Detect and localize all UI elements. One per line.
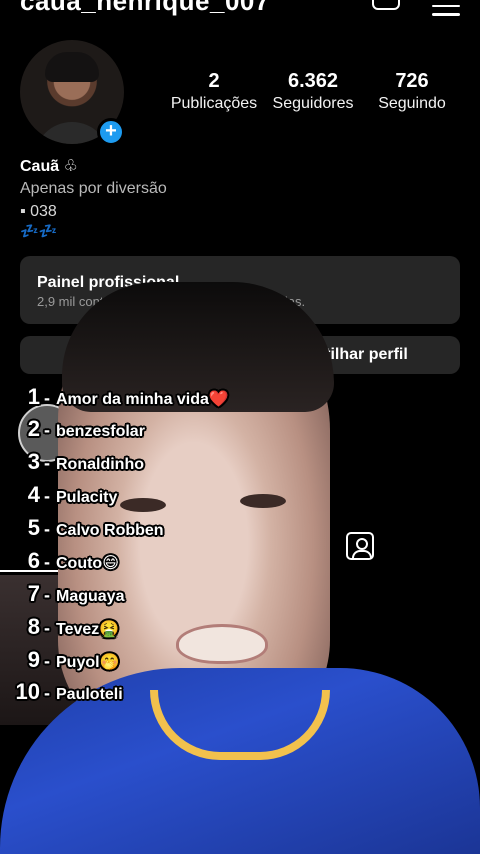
stat-followers-label: Seguidores bbox=[272, 95, 354, 112]
stat-posts-value: 2 bbox=[208, 70, 220, 92]
stat-posts[interactable]: 2 Publicações bbox=[170, 70, 258, 113]
ranking-number: 2 bbox=[27, 416, 40, 441]
add-post-icon[interactable] bbox=[372, 0, 400, 10]
stat-following-label: Seguindo bbox=[378, 95, 446, 112]
ranking-item: 2- benzesfolar bbox=[0, 416, 145, 442]
ranking-text: Pulacity bbox=[56, 489, 118, 506]
ranking-number: 5 bbox=[27, 515, 40, 540]
ranking-item: 1- Amor da minha vida❤️ bbox=[0, 384, 229, 410]
ranking-number: 8 bbox=[27, 614, 40, 639]
ranking-item: 5- Calvo Robben bbox=[0, 515, 164, 541]
ranking-text: Tevez🤮 bbox=[56, 621, 120, 638]
ranking-text: benzesfolar bbox=[56, 423, 145, 440]
stat-followers-value: 6.362 bbox=[287, 70, 339, 92]
ranking-number: 6 bbox=[27, 548, 40, 573]
stat-followers[interactable]: 6.362 Seguidores bbox=[268, 70, 358, 113]
bio-line-1: Apenas por diversão bbox=[20, 180, 167, 197]
ranking-number: 10 bbox=[15, 679, 40, 704]
ranking-text: Amor da minha vida❤️ bbox=[56, 391, 229, 408]
ranking-item: 10- Pauloteli bbox=[0, 679, 123, 705]
ranking-number: 7 bbox=[27, 581, 40, 606]
stat-posts-label: Publicações bbox=[170, 95, 258, 112]
bio-line-3: 💤💤 bbox=[20, 223, 58, 240]
ranking-number: 1 bbox=[27, 384, 40, 409]
stat-following[interactable]: 726 Seguindo bbox=[372, 70, 452, 113]
ranking-number: 3 bbox=[27, 449, 40, 474]
ranking-item: 6- Couto😄 bbox=[0, 548, 119, 574]
ranking-item: 3- Ronaldinho bbox=[0, 449, 144, 475]
bio-line-2: ▪ 038 bbox=[20, 203, 57, 220]
ranking-number: 9 bbox=[27, 647, 40, 672]
ranking-text: Puyol🤭 bbox=[56, 654, 120, 671]
tagged-photos-icon[interactable] bbox=[346, 532, 374, 560]
ranking-item: 9- Puyol🤭 bbox=[0, 647, 120, 673]
ranking-item: 7- Maguaya bbox=[0, 581, 125, 607]
ranking-text: Ronaldinho bbox=[56, 456, 144, 473]
ranking-text: Pauloteli bbox=[56, 686, 123, 703]
display-name: Cauã ♧ bbox=[20, 158, 78, 175]
add-story-icon[interactable]: + bbox=[97, 118, 125, 146]
username-title[interactable]: caua_henrique_007 bbox=[20, 0, 270, 17]
hamburger-menu-icon[interactable] bbox=[432, 0, 460, 16]
ranking-number: 4 bbox=[27, 482, 40, 507]
ranking-text: Couto😄 bbox=[56, 555, 119, 572]
ranking-text: Maguaya bbox=[56, 588, 125, 605]
ranking-item: 8- Tevez🤮 bbox=[0, 614, 119, 640]
ranking-text: Calvo Robben bbox=[56, 522, 164, 539]
stat-following-value: 726 bbox=[395, 70, 429, 92]
ranking-item: 4- Pulacity bbox=[0, 482, 118, 508]
